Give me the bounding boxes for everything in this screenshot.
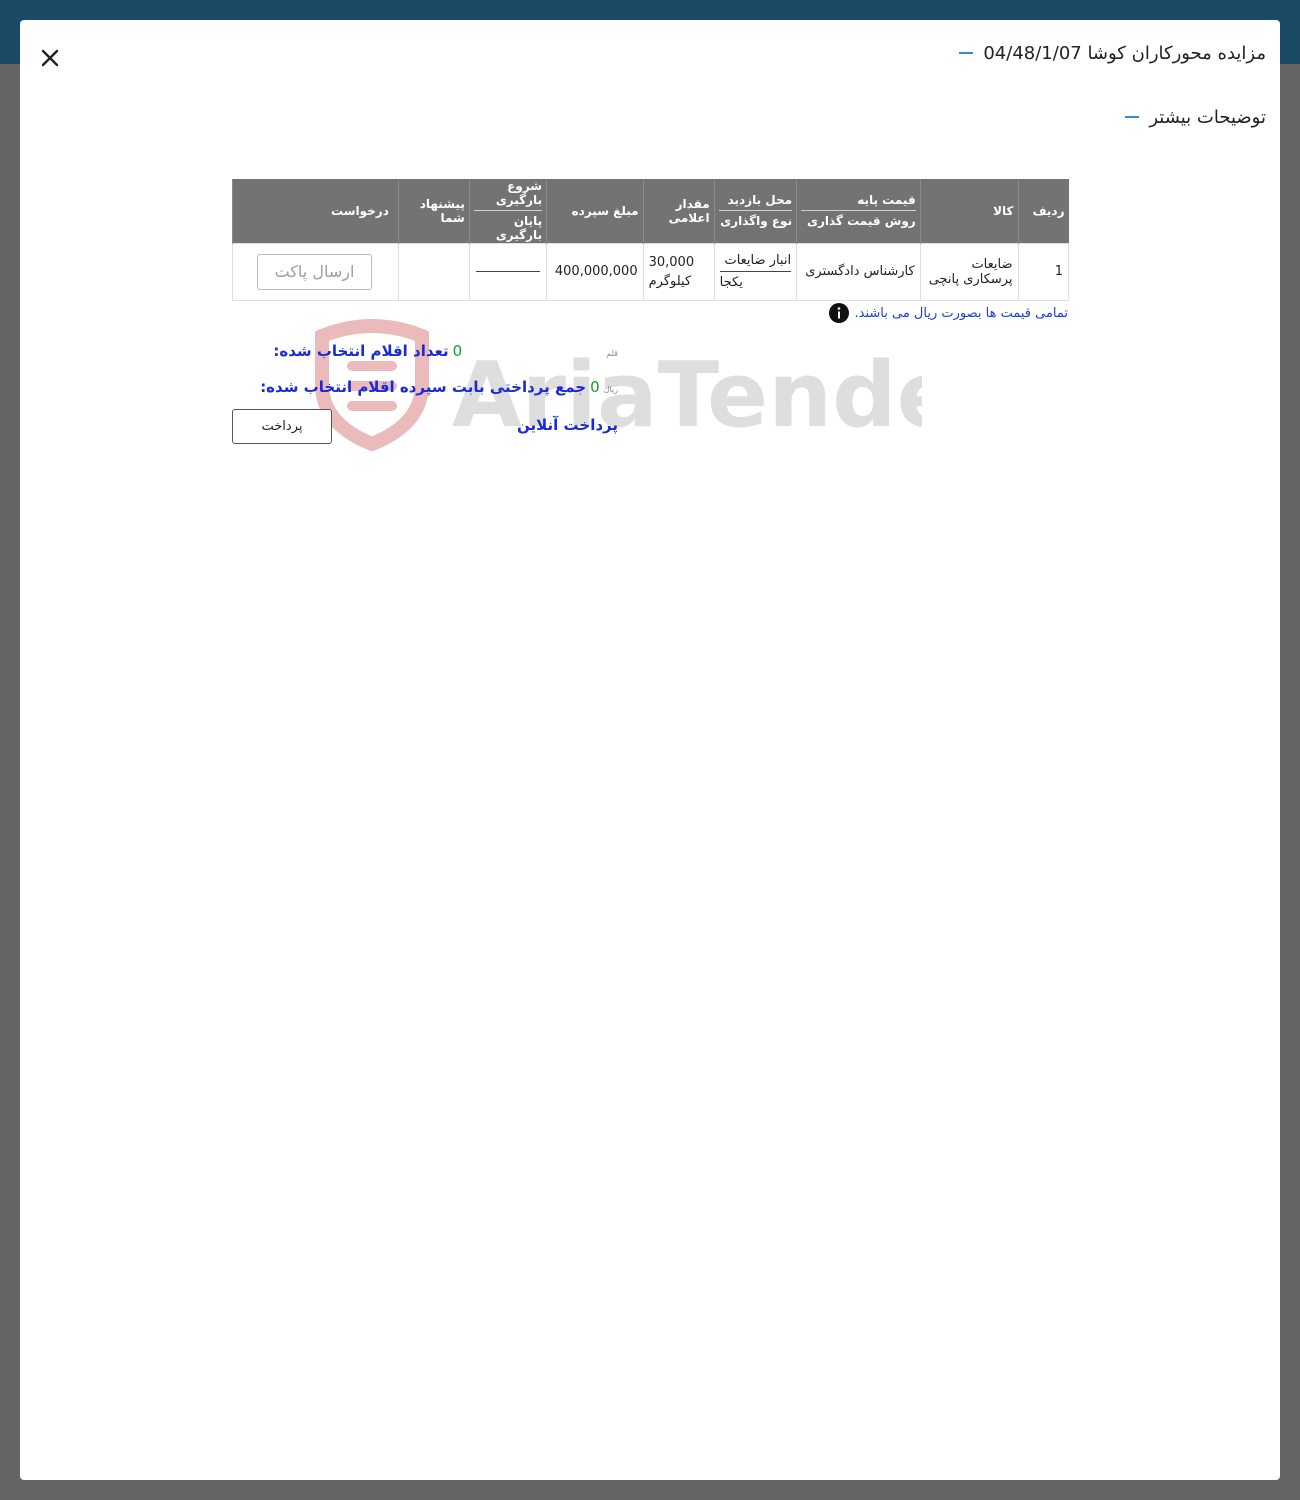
header-visit-place-label: محل بازدید: [718, 193, 793, 212]
selected-count-value: 0: [452, 342, 463, 360]
close-icon[interactable]: [38, 46, 62, 70]
pay-button[interactable]: پرداخت: [232, 409, 332, 444]
cell-request: ارسال پاکت: [232, 242, 399, 301]
modal-dialog: مزایده محورکاران کوشا 04/48/1/07 توضیحات…: [20, 20, 1280, 1480]
cell-visit-place: انبار ضایعات یکجا: [713, 242, 798, 301]
header-row-no: ردیف: [1017, 179, 1069, 243]
visit-place-value: انبار ضایعات: [719, 253, 792, 272]
deposit-total-label: جمع پرداختی بابت سپرده اقلام انتخاب شده:: [260, 378, 587, 396]
cell-your-offer: [397, 242, 470, 301]
header-pricing-method-label: روش قیمت گذاری: [806, 214, 916, 229]
deposit-total-row: جمع پرداختی بابت سپرده اقلام انتخاب شده:…: [260, 378, 618, 396]
selected-count-label: تعداد اقلام انتخاب شده:: [273, 342, 449, 360]
cell-deposit: 400,000,000: [546, 242, 644, 301]
section-title[interactable]: توضیحات بیشتر: [1149, 107, 1266, 128]
modal-title-row: مزایده محورکاران کوشا 04/48/1/07: [959, 40, 1266, 66]
online-payment-label: پرداخت آنلاین: [516, 416, 618, 434]
title-dash-icon: [959, 52, 974, 54]
cell-item: ضایعات پرسکاری پانچی: [919, 242, 1019, 301]
header-deposit: مبلغ سپرده: [546, 179, 644, 243]
selected-count-row: تعداد اقلام انتخاب شده: 0 قلم: [273, 342, 618, 360]
send-packet-button[interactable]: ارسال پاکت: [257, 253, 372, 290]
header-loading-end-label: پایان بارگیری: [495, 214, 543, 243]
header-assignment-type-label: نوع واگذاری: [720, 214, 793, 229]
header-loading-start-label: شروع بارگیری: [473, 179, 543, 212]
loading-dash: [475, 271, 540, 272]
header-loading: شروع بارگیری پایان بارگیری: [468, 179, 547, 243]
collapse-dash-icon[interactable]: [1125, 116, 1140, 118]
table-header-row: ردیف کالا قیمت پایه روش قیمت گذاری محل ب…: [232, 179, 1069, 243]
modal-title: مزایده محورکاران کوشا 04/48/1/07: [983, 42, 1266, 64]
cell-loading: [468, 242, 548, 301]
deposit-total-value: 0: [590, 378, 600, 396]
deposit-total-unit: ریال: [603, 385, 618, 394]
items-table: ردیف کالا قیمت پایه روش قیمت گذاری محل ب…: [232, 179, 1070, 301]
header-base-price-label: قیمت پایه: [801, 193, 916, 212]
quantity-unit: کیلوگرم: [648, 273, 692, 289]
cell-pricing: کارشناس دادگستری: [796, 242, 921, 301]
header-quantity: مقدار اعلامی: [642, 179, 715, 243]
quantity-value: 30,000: [648, 254, 695, 270]
header-item: کالا: [919, 179, 1019, 243]
table-row: 1 ضایعات پرسکاری پانچی کارشناس دادگستری …: [232, 242, 1070, 301]
section-title-row[interactable]: توضیحات بیشتر: [1125, 104, 1266, 130]
cell-row-no: 1: [1017, 242, 1070, 301]
header-your-offer: پیشنهاد شما: [397, 179, 470, 243]
header-visit-place: محل بازدید نوع واگذاری: [713, 179, 797, 243]
selected-count-unit: قلم: [606, 349, 618, 358]
cell-quantity: 30,000 کیلوگرم: [642, 242, 715, 301]
assignment-type-value: یکجا: [719, 275, 743, 290]
header-request: درخواست: [232, 179, 399, 243]
header-base-price: قیمت پایه روش قیمت گذاری: [796, 179, 921, 243]
